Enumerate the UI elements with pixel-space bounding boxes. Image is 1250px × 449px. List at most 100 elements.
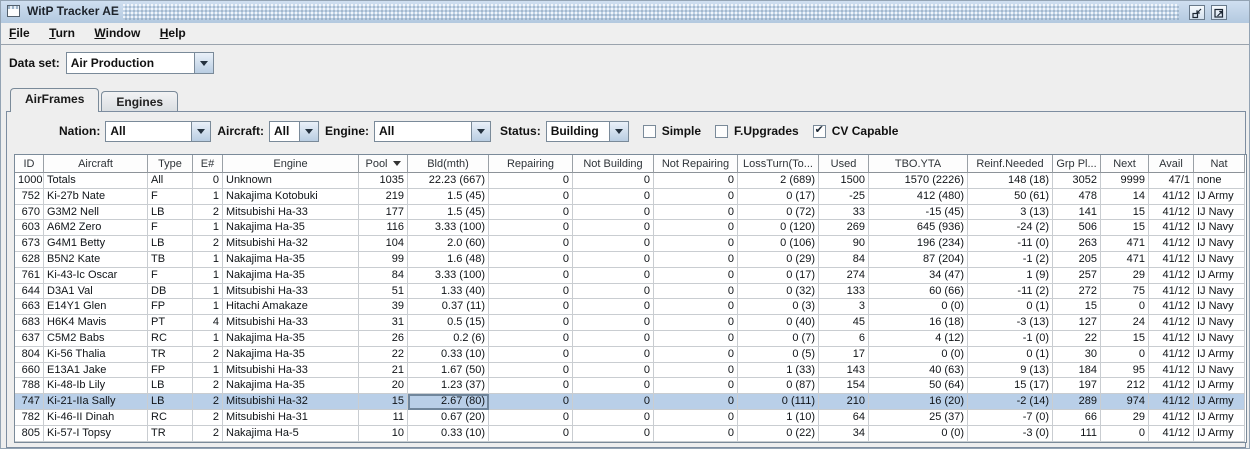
table-cell[interactable]: DB xyxy=(148,283,193,300)
table-cell[interactable]: 1035 xyxy=(359,173,408,189)
table-cell[interactable]: 41/12 xyxy=(1149,378,1194,395)
nation-combo[interactable]: All xyxy=(105,120,212,142)
table-row[interactable]: 637 C5M2 Babs RC 1 Nakajima Ha-35 26 0.2 (6) 0 0… xyxy=(15,330,1245,347)
table-cell[interactable]: 0 (40) xyxy=(738,315,819,331)
table-cell[interactable]: 34 (47) xyxy=(869,267,968,284)
table-cell[interactable]: 673 xyxy=(15,236,44,252)
table-cell[interactable]: 41/12 xyxy=(1149,188,1194,205)
table-cell[interactable]: 0 xyxy=(654,188,738,205)
maximize-window-button[interactable] xyxy=(1211,5,1227,20)
table-cell[interactable]: B5N2 Kate xyxy=(44,251,148,268)
table-cell[interactable]: TB xyxy=(148,251,193,268)
table-cell[interactable]: 2 xyxy=(193,394,223,410)
dataset-combo[interactable]: Air Production xyxy=(65,52,214,74)
table-cell[interactable]: 1.5 (45) xyxy=(408,188,489,205)
column-header[interactable]: TBO.YTA xyxy=(869,155,968,173)
table-row[interactable]: 782 Ki-46-II Dinah RC 2 Mitsubishi Ha-31 11 0.… xyxy=(15,409,1245,426)
table-cell[interactable]: 51 xyxy=(359,283,408,300)
table-cell[interactable]: 2 (689) xyxy=(738,173,819,189)
table-cell[interactable]: 2 xyxy=(193,425,223,442)
chevron-down-icon[interactable] xyxy=(191,121,211,141)
table-cell[interactable]: 9999 xyxy=(1101,173,1149,189)
table-cell[interactable]: 0.67 (20) xyxy=(408,409,489,426)
table-cell[interactable]: Nakajima Ha-5 xyxy=(223,425,359,442)
table-cell[interactable]: 1 xyxy=(193,362,223,379)
table-cell[interactable]: 15 xyxy=(1101,220,1149,237)
engine-combo[interactable]: All xyxy=(374,120,492,142)
table-cell[interactable]: 41/12 xyxy=(1149,330,1194,347)
table-cell[interactable]: 0 xyxy=(489,330,573,347)
table-cell[interactable]: IJ Navy xyxy=(1194,330,1245,347)
table-cell[interactable]: 1 (9) xyxy=(968,267,1053,284)
table-cell[interactable]: 41/12 xyxy=(1149,315,1194,331)
table-cell[interactable]: 2 xyxy=(193,346,223,363)
table-cell[interactable]: 41/12 xyxy=(1149,394,1194,410)
table-cell[interactable]: 0 xyxy=(489,283,573,300)
table-cell[interactable]: 0 (72) xyxy=(738,204,819,221)
table-cell[interactable]: 0 xyxy=(1101,425,1149,442)
aircraft-combo[interactable]: All xyxy=(269,120,320,142)
table-cell[interactable]: 1.67 (50) xyxy=(408,362,489,379)
table-cell[interactable]: -1 (0) xyxy=(968,330,1053,347)
table-row[interactable]: 752 Ki-27b Nate F 1 Nakajima Kotobuki 219 1.5 … xyxy=(15,188,1245,205)
table-cell[interactable]: A6M2 Zero xyxy=(44,220,148,237)
table-cell[interactable]: 15 (17) xyxy=(968,378,1053,395)
table-cell[interactable]: 0 xyxy=(654,267,738,284)
table-cell[interactable]: 133 xyxy=(819,283,869,300)
table-cell[interactable]: LB xyxy=(148,394,193,410)
column-header[interactable]: ID xyxy=(15,155,44,173)
column-header[interactable]: Type xyxy=(148,155,193,173)
table-cell[interactable]: 127 xyxy=(1053,315,1101,331)
table-cell[interactable]: 471 xyxy=(1101,236,1149,252)
table-cell[interactable]: 0 xyxy=(654,251,738,268)
table-cell[interactable]: 60 (66) xyxy=(869,283,968,300)
table-cell[interactable]: 1.6 (48) xyxy=(408,251,489,268)
table-cell[interactable]: Nakajima Ha-35 xyxy=(223,330,359,347)
table-cell[interactable]: IJ Army xyxy=(1194,409,1245,426)
table-cell[interactable]: 0 xyxy=(573,204,654,221)
table-cell[interactable]: 41/12 xyxy=(1149,409,1194,426)
table-cell[interactable]: 15 xyxy=(1053,299,1101,316)
table-cell[interactable]: 645 (936) xyxy=(869,220,968,237)
table-cell[interactable]: 0 xyxy=(1101,299,1149,316)
table-cell[interactable]: 0 xyxy=(654,173,738,189)
table-cell[interactable]: 0 xyxy=(573,251,654,268)
table-cell[interactable]: -11 (0) xyxy=(968,236,1053,252)
table-cell[interactable]: Mitsubishi Ha-33 xyxy=(223,315,359,331)
table-row[interactable]: 1000 Totals All 0 Unknown 1035 22.23 (667) 0 0 0 2… xyxy=(15,173,1245,189)
table-cell[interactable]: 0 xyxy=(573,346,654,363)
table-cell[interactable]: 41/12 xyxy=(1149,283,1194,300)
chevron-down-icon[interactable] xyxy=(608,121,628,141)
table-cell[interactable]: 3 (13) xyxy=(968,204,1053,221)
table-cell[interactable]: 0 xyxy=(489,267,573,284)
table-cell[interactable]: 747 xyxy=(15,394,44,410)
table-cell[interactable]: 41/12 xyxy=(1149,346,1194,363)
tab-airframes[interactable]: AirFrames xyxy=(10,88,100,112)
table-cell[interactable]: 0 xyxy=(573,283,654,300)
table-cell[interactable]: 0 (29) xyxy=(738,251,819,268)
column-header[interactable]: Repairing xyxy=(489,155,573,173)
status-combo[interactable]: Building xyxy=(545,120,629,142)
table-cell[interactable]: IJ Navy xyxy=(1194,236,1245,252)
table-cell[interactable]: 104 xyxy=(359,236,408,252)
table-cell[interactable]: -15 (45) xyxy=(869,204,968,221)
table-cell[interactable]: 0 xyxy=(573,425,654,442)
table-cell[interactable]: 1 (10) xyxy=(738,409,819,426)
table-cell[interactable]: 0 (22) xyxy=(738,425,819,442)
table-cell[interactable]: 66 xyxy=(1053,409,1101,426)
table-cell[interactable]: 22.23 (667) xyxy=(408,173,489,189)
table-cell[interactable]: 0 xyxy=(654,299,738,316)
table-cell[interactable]: TR xyxy=(148,346,193,363)
table-cell[interactable]: 45 xyxy=(819,315,869,331)
table-cell[interactable]: 0 xyxy=(489,409,573,426)
table-cell[interactable]: 2.67 (80) xyxy=(408,394,489,410)
table-cell[interactable]: 0 xyxy=(489,315,573,331)
table-cell[interactable]: 1 xyxy=(193,267,223,284)
table-cell[interactable]: F xyxy=(148,188,193,205)
table-cell[interactable]: 2 xyxy=(193,236,223,252)
table-cell[interactable]: 0.33 (10) xyxy=(408,346,489,363)
table-cell[interactable]: Nakajima Ha-35 xyxy=(223,251,359,268)
table-scrollpane[interactable]: ID Aircraft Type E# Engine Pool Bld(mth) Repair… xyxy=(14,154,1247,443)
table-cell[interactable]: 0 (17) xyxy=(738,267,819,284)
table-cell[interactable]: IJ Navy xyxy=(1194,362,1245,379)
